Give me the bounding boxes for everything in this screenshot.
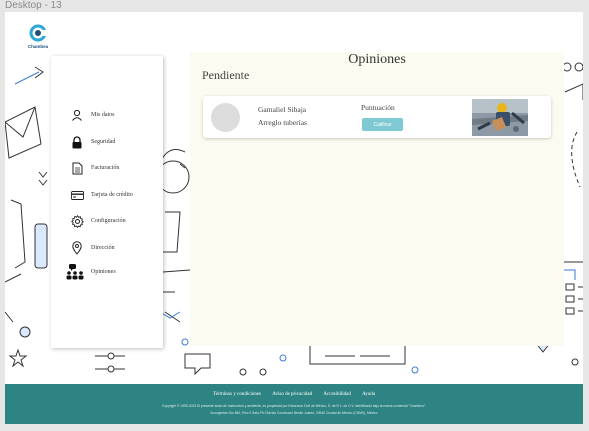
document-icon <box>68 159 86 177</box>
people-icon <box>65 263 87 281</box>
footer-link-privacy[interactable]: Aviso de privacidad <box>272 392 312 397</box>
sidebar-item-mis-datos[interactable]: Mis datos <box>51 106 163 124</box>
brand-logo[interactable]: Chambea <box>25 24 51 54</box>
sidebar-item-seguridad[interactable]: Seguridad <box>51 133 163 151</box>
location-pin-icon <box>68 239 86 257</box>
sidebar-item-direccion[interactable]: Dirección <box>51 239 163 257</box>
frame-label: Desktop - 13 <box>5 0 62 11</box>
reviews-panel: Opiniones Pendiente Gamaliel Sibaja Arre… <box>190 52 564 346</box>
user-icon <box>68 106 86 124</box>
sidebar-item-label: Dirección <box>91 245 115 251</box>
sidebar-item-label: Facturación <box>91 165 120 171</box>
site-footer: Términos y condiciones Aviso de privacid… <box>5 384 583 424</box>
rating-label: Puntuación <box>361 103 395 112</box>
sidebar-item-opiniones[interactable]: Opiniones <box>51 263 163 281</box>
desktop-frame: Chambea Mis datos Seguridad Facturación <box>5 12 583 424</box>
section-title-pending: Pendiente <box>202 68 250 82</box>
sidebar-item-label: Configuración <box>91 218 126 224</box>
sidebar-item-facturacion[interactable]: Facturación <box>51 159 163 177</box>
gear-icon <box>68 212 86 230</box>
rate-button[interactable]: Calificar <box>362 118 403 131</box>
service-name: Arreglo tuberías <box>258 118 307 127</box>
sidebar-item-label: Opiniones <box>91 269 116 275</box>
logo-mark-icon <box>29 24 47 42</box>
lock-icon <box>68 133 86 151</box>
sidebar-item-tarjeta-de-credito[interactable]: Tarjeta de crédito <box>51 186 163 204</box>
page-title: Opiniones <box>348 52 406 67</box>
worker-name: Gamaliel Sibaja <box>258 105 307 114</box>
address-text: Insurgentes Sur 860, Piso 9 Sala P6 Chir… <box>210 411 378 415</box>
account-sidebar: Mis datos Seguridad Facturación Tarjeta … <box>51 56 163 348</box>
credit-card-icon <box>68 186 86 204</box>
footer-link-terms[interactable]: Términos y condiciones <box>213 392 261 397</box>
brand-name: Chambea <box>27 44 49 49</box>
footer-links: Términos y condiciones Aviso de privacid… <box>5 392 583 397</box>
avatar <box>211 103 240 132</box>
sidebar-item-label: Tarjeta de crédito <box>91 192 133 198</box>
sidebar-item-label: Mis datos <box>91 112 115 118</box>
copyright-text: Copyright © 1999-2023 El presente aviso … <box>162 404 426 408</box>
review-card: Gamaliel Sibaja Arreglo tuberías Puntuac… <box>203 96 551 138</box>
plumber-work-photo <box>472 99 528 136</box>
footer-link-accessibility[interactable]: Accesibilidad <box>323 392 351 397</box>
footer-link-help[interactable]: Ayuda <box>362 392 375 397</box>
sidebar-item-label: Seguridad <box>91 139 116 145</box>
sidebar-item-configuracion[interactable]: Configuración <box>51 212 163 230</box>
